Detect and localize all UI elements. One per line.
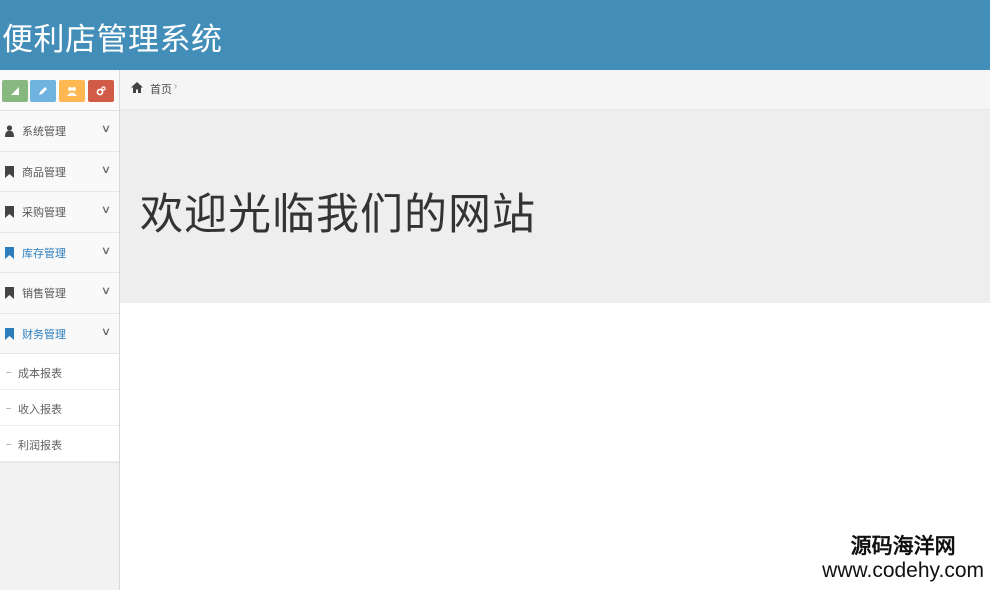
watermark-url: www.codehy.com (822, 559, 984, 582)
submenu-item-cost-report[interactable]: 成本报表 (0, 354, 119, 390)
chevron-down-icon: ∨ (100, 203, 112, 216)
top-header: 便利店管理系统 (0, 0, 990, 70)
users-shortcut-button[interactable] (59, 80, 85, 102)
home-icon (131, 82, 143, 93)
bookmark-icon (5, 246, 14, 259)
chevron-down-icon: ∨ (100, 122, 112, 135)
submenu-item-income-report[interactable]: 收入报表 (0, 390, 119, 426)
cogs-icon (96, 86, 106, 96)
menu-item-system[interactable]: 系统管理 ∨ (0, 111, 119, 152)
dash-icon (6, 444, 11, 445)
breadcrumb-home-link[interactable]: 首页 (150, 81, 172, 97)
menu-label: 财务管理 (22, 327, 66, 341)
breadcrumb-separator: › (173, 79, 178, 93)
chevron-down-icon: ∨ (100, 284, 112, 297)
app-title: 便利店管理系统 (2, 22, 223, 58)
bookmark-icon (5, 287, 14, 299)
pencil-shortcut-button[interactable] (30, 80, 56, 102)
menu-label: 销售管理 (22, 287, 66, 300)
watermark: 源码海洋网 www.codehy.com (822, 534, 984, 583)
submenu-label: 成本报表 (18, 367, 62, 380)
submenu-item-profit-report[interactable]: 利润报表 (0, 426, 119, 462)
signal-shortcut-button[interactable] (2, 80, 28, 102)
user-icon (5, 125, 14, 137)
menu-label: 商品管理 (22, 165, 66, 179)
breadcrumb: 首页 › (120, 70, 990, 110)
chevron-down-icon: ∨ (100, 243, 112, 257)
menu-item-finance[interactable]: 财务管理 ∨ (0, 313, 119, 354)
watermark-name: 源码海洋网 (850, 534, 956, 558)
finance-submenu: 成本报表 收入报表 利润报表 (0, 354, 119, 463)
menu-item-goods[interactable]: 商品管理 ∨ (0, 151, 119, 192)
pencil-icon (39, 87, 47, 95)
users-icon (67, 87, 77, 96)
cogs-shortcut-button[interactable] (88, 80, 114, 102)
menu-item-purchase[interactable]: 采购管理 ∨ (0, 192, 119, 233)
submenu-label: 利润报表 (18, 439, 62, 452)
shortcut-bar (0, 70, 119, 111)
dash-icon (6, 372, 11, 373)
submenu-label: 收入报表 (18, 403, 62, 416)
bookmark-icon (5, 165, 14, 178)
menu-item-inventory[interactable]: 库存管理 ∨ (0, 232, 119, 273)
menu-label: 系统管理 (22, 125, 66, 138)
menu-label: 采购管理 (22, 206, 66, 219)
welcome-heading: 欢迎光临我们的网站 (140, 190, 536, 240)
signal-icon (11, 87, 19, 95)
bookmark-icon (5, 206, 14, 218)
menu-label: 库存管理 (22, 246, 66, 260)
dash-icon (6, 408, 11, 409)
chevron-down-icon: ∨ (100, 162, 112, 176)
sidebar: 系统管理 ∨ 商品管理 ∨ 采购管理 ∨ 库存管理 ∨ 销售管理 ∨ 财务管理 … (0, 70, 120, 590)
bookmark-icon (5, 327, 14, 340)
chevron-down-icon: ∨ (100, 324, 112, 338)
welcome-banner: 欢迎光临我们的网站 (120, 110, 990, 303)
menu-item-sales[interactable]: 销售管理 ∨ (0, 273, 119, 314)
